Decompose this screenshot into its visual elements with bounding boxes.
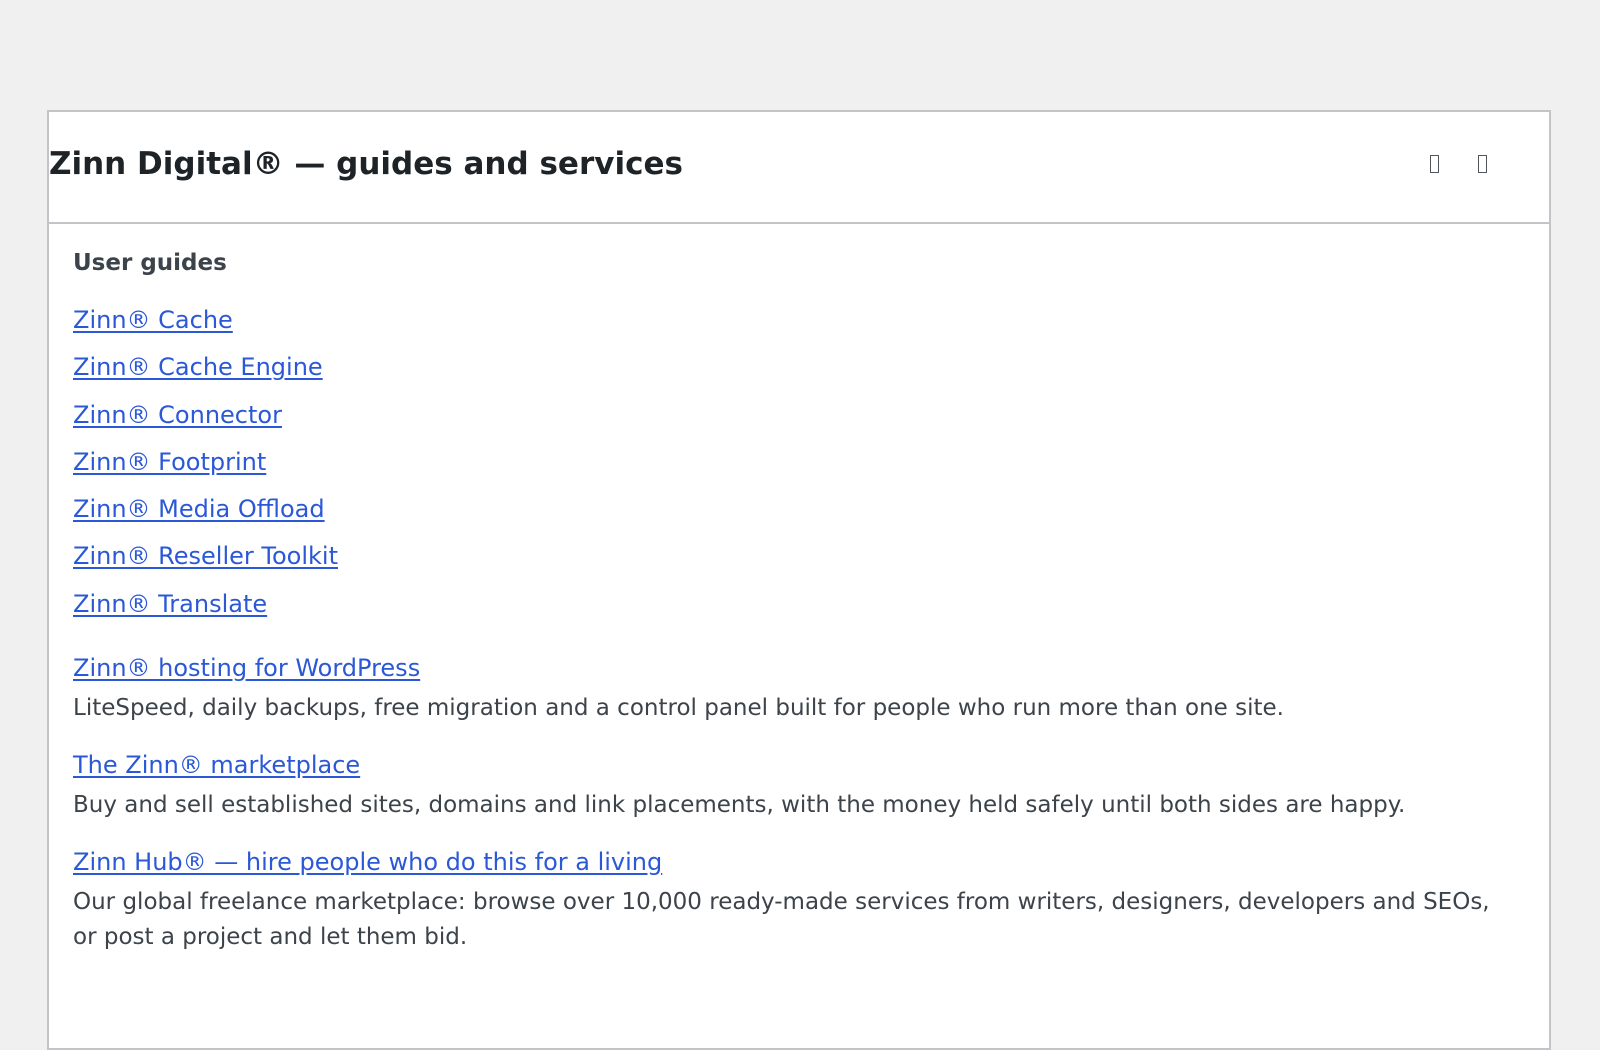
hub-link[interactable]: Zinn Hub® — hire people who do this for …	[73, 847, 662, 877]
list-item: Zinn® Footprint	[73, 448, 1525, 495]
guide-link-cache-engine[interactable]: Zinn® Cache Engine	[73, 353, 323, 381]
toggle-panel-button[interactable]	[1471, 150, 1493, 178]
user-guides-heading: User guides	[73, 250, 227, 276]
list-item: Zinn® Connector	[73, 401, 1525, 448]
list-item: Zinn® Cache	[73, 306, 1525, 353]
services-list: Zinn® hosting for WordPress LiteSpeed, d…	[73, 653, 1525, 955]
toggle-icon	[1477, 155, 1487, 173]
expand-icon	[1429, 155, 1439, 173]
hosting-description: LiteSpeed, daily backups, free migration…	[73, 695, 1284, 722]
panel-header: Zinn Digital® — guides and services	[49, 112, 1549, 224]
service-item-hosting: Zinn® hosting for WordPress LiteSpeed, d…	[73, 653, 1525, 726]
hub-description: Our global freelance marketplace: browse…	[73, 889, 1490, 951]
list-item: Zinn® Reseller Toolkit	[73, 542, 1525, 589]
marketplace-description: Buy and sell established sites, domains …	[73, 792, 1406, 819]
guide-link-translate[interactable]: Zinn® Translate	[73, 590, 267, 618]
panel-title: Zinn Digital® — guides and services	[49, 146, 683, 182]
hosting-link[interactable]: Zinn® hosting for WordPress	[73, 653, 420, 683]
list-item: Zinn® Cache Engine	[73, 353, 1525, 400]
guide-link-footprint[interactable]: Zinn® Footprint	[73, 448, 266, 476]
guide-link-media-offload[interactable]: Zinn® Media Offload	[73, 495, 325, 523]
service-item-hub: Zinn Hub® — hire people who do this for …	[73, 847, 1525, 955]
guide-link-connector[interactable]: Zinn® Connector	[73, 401, 282, 429]
panel-body: User guides Zinn® Cache Zinn® Cache Engi…	[49, 224, 1549, 955]
guides-services-panel: Zinn Digital® — guides and services User…	[47, 110, 1551, 1050]
guide-link-cache[interactable]: Zinn® Cache	[73, 306, 233, 334]
expand-button[interactable]	[1423, 150, 1445, 178]
user-guides-list: Zinn® Cache Zinn® Cache Engine Zinn® Con…	[73, 306, 1525, 637]
guide-link-reseller-toolkit[interactable]: Zinn® Reseller Toolkit	[73, 542, 338, 570]
list-item: Zinn® Media Offload	[73, 495, 1525, 542]
marketplace-link[interactable]: The Zinn® marketplace	[73, 750, 360, 780]
panel-header-actions	[1423, 150, 1493, 178]
service-item-marketplace: The Zinn® marketplace Buy and sell estab…	[73, 750, 1525, 823]
list-item: Zinn® Translate	[73, 590, 1525, 637]
